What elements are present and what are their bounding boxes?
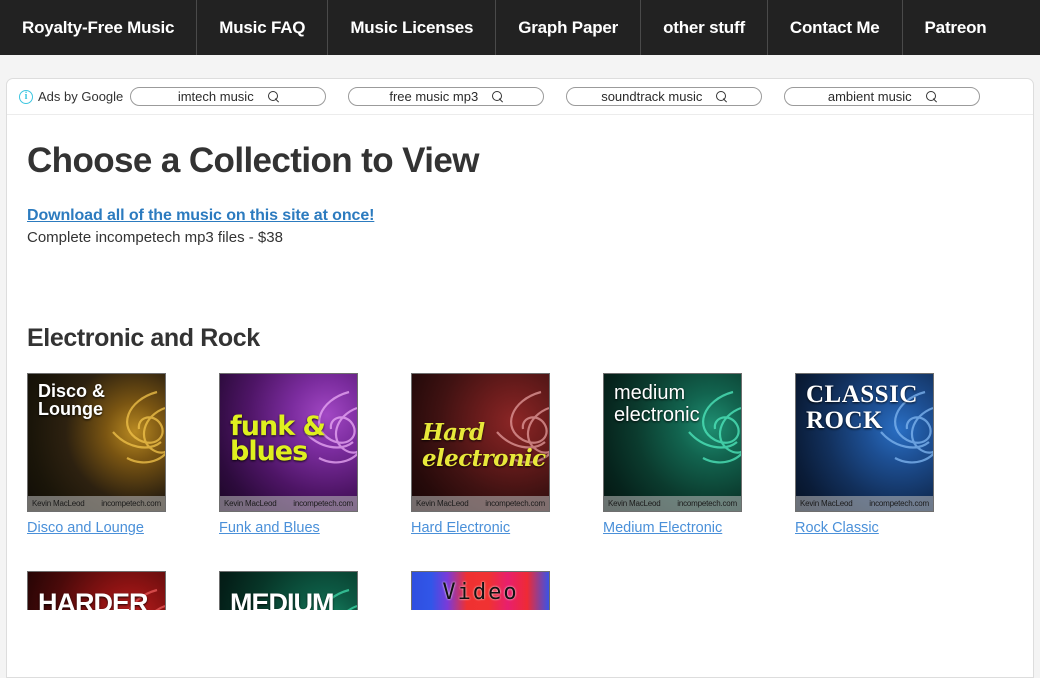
credit-site: incompetech.com [293, 499, 353, 508]
google-ads-strip: i Ads by Google imtech music free music … [7, 79, 1033, 115]
ad-pill-text: soundtrack music [601, 89, 703, 104]
album-credit-bar: Kevin MacLeod incompetech.com [796, 496, 933, 511]
album-cell-rock-classic: CLASSIC ROCK Kevin MacLeod incompetech.c… [795, 373, 987, 537]
ads-by-google-label: Ads by Google [38, 89, 124, 104]
album-art-title: medium electronic [614, 382, 700, 427]
album-art-title: Hard electronic [422, 419, 546, 472]
nav-item-patreon[interactable]: Patreon [903, 0, 1009, 55]
album-credit-bar: Kevin MacLeod incompetech.com [28, 496, 165, 511]
album-thumbnail-disco-and-lounge[interactable]: Disco & Lounge Kevin MacLeod incompetech… [27, 373, 166, 512]
credit-artist: Kevin MacLeod [800, 499, 853, 508]
nav-item-graph-paper[interactable]: Graph Paper [496, 0, 642, 55]
info-icon[interactable]: i [19, 89, 33, 104]
album-art-title: CLASSIC ROCK [806, 381, 918, 434]
album-link-disco-and-lounge[interactable]: Disco and Lounge [27, 520, 144, 536]
album-grid-row-2: HARDER MEDIUM Video [27, 571, 1013, 610]
album-thumbnail-medium[interactable]: MEDIUM [219, 571, 358, 610]
album-thumbnail-hard-electronic[interactable]: Hard electronic Kevin MacLeod incompetec… [411, 373, 550, 512]
page-content-card: i Ads by Google imtech music free music … [6, 78, 1034, 678]
nav-item-music-faq[interactable]: Music FAQ [197, 0, 329, 55]
search-icon [716, 91, 727, 102]
top-navigation-bar: Royalty-Free Music Music FAQ Music Licen… [0, 0, 1040, 55]
album-credit-bar: Kevin MacLeod incompetech.com [604, 496, 741, 511]
album-thumbnail-harder[interactable]: HARDER [27, 571, 166, 610]
album-cell-video: Video [411, 571, 603, 610]
search-icon [925, 91, 937, 102]
ad-search-pill-3[interactable]: soundtrack music [566, 87, 763, 106]
album-cell-disco-and-lounge: Disco & Lounge Kevin MacLeod incompetech… [27, 373, 219, 537]
credit-artist: Kevin MacLeod [32, 499, 85, 508]
album-thumbnail-rock-classic[interactable]: CLASSIC ROCK Kevin MacLeod incompetech.c… [795, 373, 934, 512]
album-cell-funk-and-blues: funk & blues Kevin MacLeod incompetech.c… [219, 373, 411, 537]
nav-item-contact-me[interactable]: Contact Me [768, 0, 903, 55]
album-grid-row-1: Disco & Lounge Kevin MacLeod incompetech… [27, 373, 1013, 551]
download-all-music-link[interactable]: Download all of the music on this site a… [27, 207, 374, 225]
album-cell-harder: HARDER [27, 571, 219, 610]
credit-artist: Kevin MacLeod [224, 499, 277, 508]
ad-search-pill-4[interactable]: ambient music [784, 87, 981, 106]
album-link-funk-and-blues[interactable]: Funk and Blues [219, 520, 320, 536]
album-thumbnail-medium-electronic[interactable]: medium electronic Kevin MacLeod incompet… [603, 373, 742, 512]
album-link-medium-electronic[interactable]: Medium Electronic [603, 520, 722, 536]
album-thumbnail-video[interactable]: Video [411, 571, 550, 610]
ad-pill-text: free music mp3 [389, 89, 479, 104]
credit-site: incompetech.com [485, 499, 545, 508]
ad-pill-text: ambient music [827, 89, 912, 104]
credit-site: incompetech.com [869, 499, 929, 508]
album-art-title: HARDER [38, 588, 149, 610]
album-cell-medium-electronic: medium electronic Kevin MacLeod incompet… [603, 373, 795, 537]
download-description: Complete incompetech mp3 files - $38 [27, 229, 283, 246]
credit-artist: Kevin MacLeod [608, 499, 661, 508]
album-link-rock-classic[interactable]: Rock Classic [795, 520, 879, 536]
album-art-title: funk & blues [230, 411, 326, 468]
search-icon [492, 91, 503, 102]
credit-site: incompetech.com [677, 499, 737, 508]
nav-item-music-licenses[interactable]: Music Licenses [328, 0, 497, 55]
album-art-title: MEDIUM [230, 588, 335, 610]
page-title: Choose a Collection to View [27, 141, 479, 180]
album-art-title: Disco & Lounge [38, 381, 106, 420]
credit-site: incompetech.com [101, 499, 161, 508]
credit-artist: Kevin MacLeod [416, 499, 469, 508]
album-art-title: Video [442, 580, 519, 605]
ad-search-pill-2[interactable]: free music mp3 [348, 87, 545, 106]
main-content: Choose a Collection to View Download all… [7, 115, 1033, 610]
ad-search-pill-1[interactable]: imtech music [130, 87, 327, 106]
nav-item-other-stuff[interactable]: other stuff [641, 0, 768, 55]
album-link-hard-electronic[interactable]: Hard Electronic [411, 520, 510, 536]
album-cell-medium: MEDIUM [219, 571, 411, 610]
search-icon [267, 91, 279, 102]
album-credit-bar: Kevin MacLeod incompetech.com [412, 496, 549, 511]
nav-item-royalty-free-music[interactable]: Royalty-Free Music [0, 0, 198, 55]
section-title-electronic-and-rock: Electronic and Rock [27, 324, 260, 352]
ad-pill-text: imtech music [177, 89, 254, 104]
album-thumbnail-funk-and-blues[interactable]: funk & blues Kevin MacLeod incompetech.c… [219, 373, 358, 512]
album-credit-bar: Kevin MacLeod incompetech.com [220, 496, 357, 511]
album-cell-hard-electronic: Hard electronic Kevin MacLeod incompetec… [411, 373, 603, 537]
